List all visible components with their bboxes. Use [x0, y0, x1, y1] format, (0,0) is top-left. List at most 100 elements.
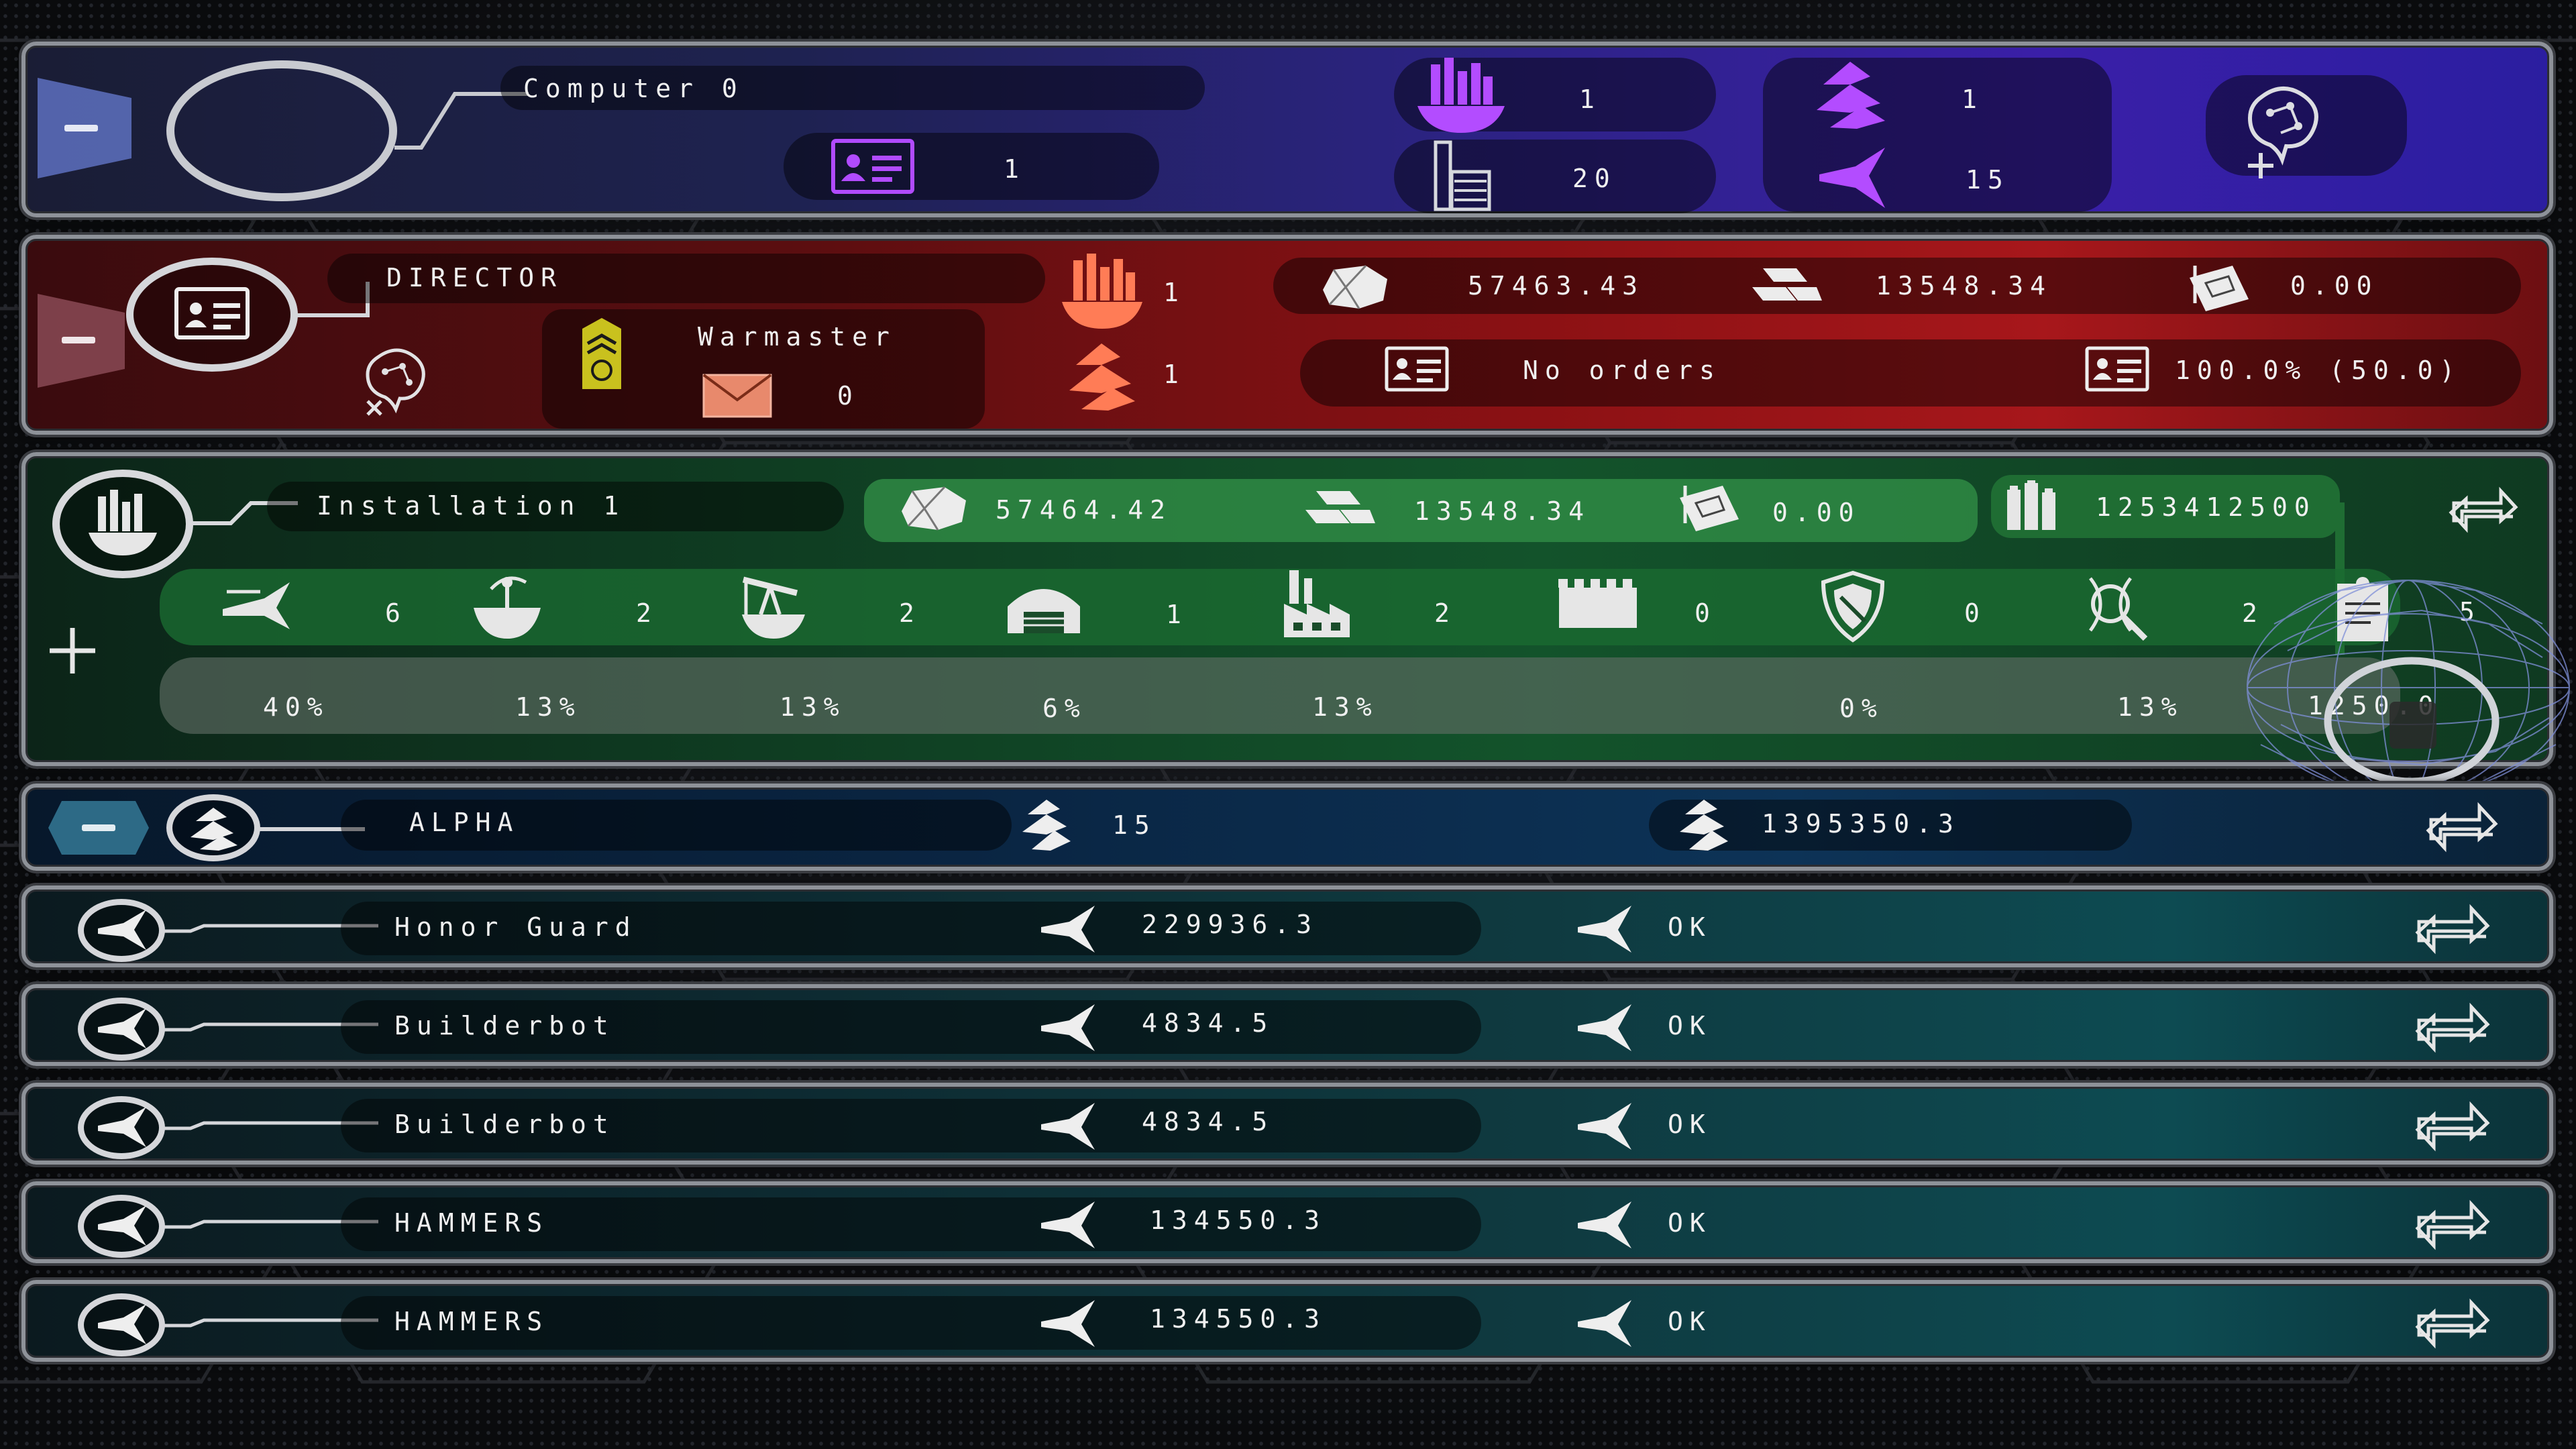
city-icon [1417, 58, 1505, 133]
fleet-strength-icon [1680, 800, 1728, 851]
ship-icon [98, 1304, 146, 1344]
transfer-arrows-icon[interactable] [2426, 800, 2500, 856]
ship-row[interactable]: Honor Guard 229936.3 OK [21, 885, 2553, 967]
rank-insignia-icon [582, 318, 621, 389]
computer-name: Computer 0 [523, 74, 744, 103]
collapse-tab-button[interactable] [38, 78, 138, 178]
ship-status-icon [1578, 1300, 1631, 1347]
director-fleets-count: 1 [1163, 360, 1185, 389]
transfer-arrows-icon[interactable] [2449, 483, 2518, 537]
building-percent: 13% [515, 692, 582, 722]
ship-row[interactable]: HAMMERS 134550.3 OK [21, 1181, 2553, 1263]
ai-brain-add-icon[interactable] [2243, 86, 2324, 180]
director-metal: 13548.34 [1876, 271, 2053, 301]
connector-line [294, 282, 370, 317]
ship-strength: 134550.3 [1150, 1205, 1327, 1235]
collapse-tab-button[interactable] [48, 801, 149, 855]
building-count: 6 [385, 598, 407, 628]
fleet-name: ALPHA [409, 808, 520, 837]
installation-name: Installation 1 [317, 491, 626, 521]
ship-name: Honor Guard [394, 912, 637, 942]
director-orders: No orders [1523, 356, 1721, 385]
building-percent: 13% [780, 692, 846, 722]
building-slot-satellite[interactable] [468, 569, 546, 645]
fleet-count: 1 [1962, 85, 1984, 114]
ship-status-icon [1578, 1103, 1631, 1150]
director-panel: DIRECTOR Warmaster 0 1 1 57463.43 13548.… [21, 235, 2553, 435]
ship-status-icon [1578, 1201, 1631, 1248]
building-slot-hangar[interactable] [1004, 577, 1084, 640]
fleet-ships-icon [1022, 800, 1071, 851]
ship-status-icon [1578, 1004, 1631, 1051]
ship-strength: 229936.3 [1142, 910, 1319, 939]
city-icon [89, 490, 157, 555]
building-percent: 6% [1042, 694, 1087, 723]
director-role: DIRECTOR [386, 263, 564, 292]
transfer-arrows-icon[interactable] [2414, 1099, 2494, 1155]
building-slot-wall[interactable] [1556, 577, 1640, 640]
building-slot-shipyard[interactable] [220, 572, 294, 641]
avatar-ring[interactable] [166, 60, 397, 201]
fleet-icon [1069, 343, 1135, 411]
installation-metal: 13548.34 [1414, 496, 1591, 526]
collapse-tab-button[interactable] [38, 294, 131, 388]
transfer-arrows-icon[interactable] [2414, 1197, 2494, 1254]
ship-icon [98, 910, 146, 950]
transfer-arrows-icon[interactable] [2414, 1000, 2494, 1057]
mail-icon[interactable] [702, 373, 773, 419]
installation-panel: Installation 1 57464.42 13548.34 0.00 12… [21, 452, 2553, 766]
ship-strength-icon [1041, 1004, 1095, 1051]
building-percent: 13% [1312, 692, 1379, 722]
ship-icon [98, 1008, 146, 1049]
id-card-icon [831, 139, 914, 194]
geodesic-globe-overlay [2247, 579, 2570, 796]
building-percent: 0% [1839, 694, 1884, 723]
research-blueprint-icon [2190, 266, 2249, 311]
shipyard-icon [223, 582, 290, 629]
ship-status: OK [1668, 912, 1712, 942]
city-icon [1062, 254, 1142, 329]
hangar-icon [1008, 589, 1080, 633]
id-card-icon [174, 287, 250, 339]
building-slot-factory[interactable] [1280, 568, 1354, 644]
wall-icon [1558, 579, 1637, 628]
building-slot-research-lab[interactable] [2078, 569, 2152, 645]
transfer-arrows-icon[interactable] [2414, 1296, 2494, 1352]
ship-strength: 4834.5 [1142, 1107, 1275, 1136]
ship-status: OK [1668, 1110, 1712, 1139]
ship-strength-icon [1041, 1103, 1095, 1150]
director-ore: 57463.43 [1468, 271, 1645, 301]
ship-name: HAMMERS [394, 1208, 549, 1238]
add-building-button[interactable] [46, 624, 99, 678]
metal-ingot-icon [1752, 268, 1822, 301]
computer-panel: Computer 0 1 1 20 1 15 [21, 42, 2553, 217]
id-card-icon [2085, 346, 2149, 392]
building-slot-shield[interactable] [1821, 570, 1885, 647]
ship-row[interactable]: HAMMERS 134550.3 OK [21, 1280, 2553, 1362]
ship-name: HAMMERS [394, 1307, 549, 1336]
research-lab-icon [2088, 577, 2148, 641]
installation-credits: 1253412500 [2096, 492, 2316, 522]
ship-icon [98, 1205, 146, 1246]
ship-strength: 134550.3 [1150, 1304, 1327, 1334]
transfer-arrows-icon[interactable] [2414, 902, 2494, 958]
shield-icon [1821, 570, 1885, 643]
fleet-ship-count: 15 [1112, 810, 1157, 840]
director-cities-count: 1 [1163, 278, 1185, 307]
pumpjack-icon [742, 576, 805, 639]
ship-strength-icon [1041, 1300, 1095, 1347]
building-percent: 40% [263, 692, 329, 722]
ship-status-icon [1578, 906, 1631, 953]
building-count: 2 [1434, 598, 1456, 628]
building-count: 0 [1695, 598, 1717, 628]
ore-icon [1323, 264, 1387, 309]
factory-icon [1284, 570, 1350, 637]
director-rank: Warmaster [698, 322, 896, 352]
building-count: 2 [636, 598, 658, 628]
ship-row[interactable]: Builderbot 4834.5 OK [21, 984, 2553, 1066]
building-count: 1 [1166, 600, 1188, 629]
fleet-icon [191, 808, 237, 851]
ai-brain-remove-icon[interactable] [361, 347, 428, 416]
building-slot-pumpjack[interactable] [737, 568, 810, 644]
ship-row[interactable]: Builderbot 4834.5 OK [21, 1083, 2553, 1165]
